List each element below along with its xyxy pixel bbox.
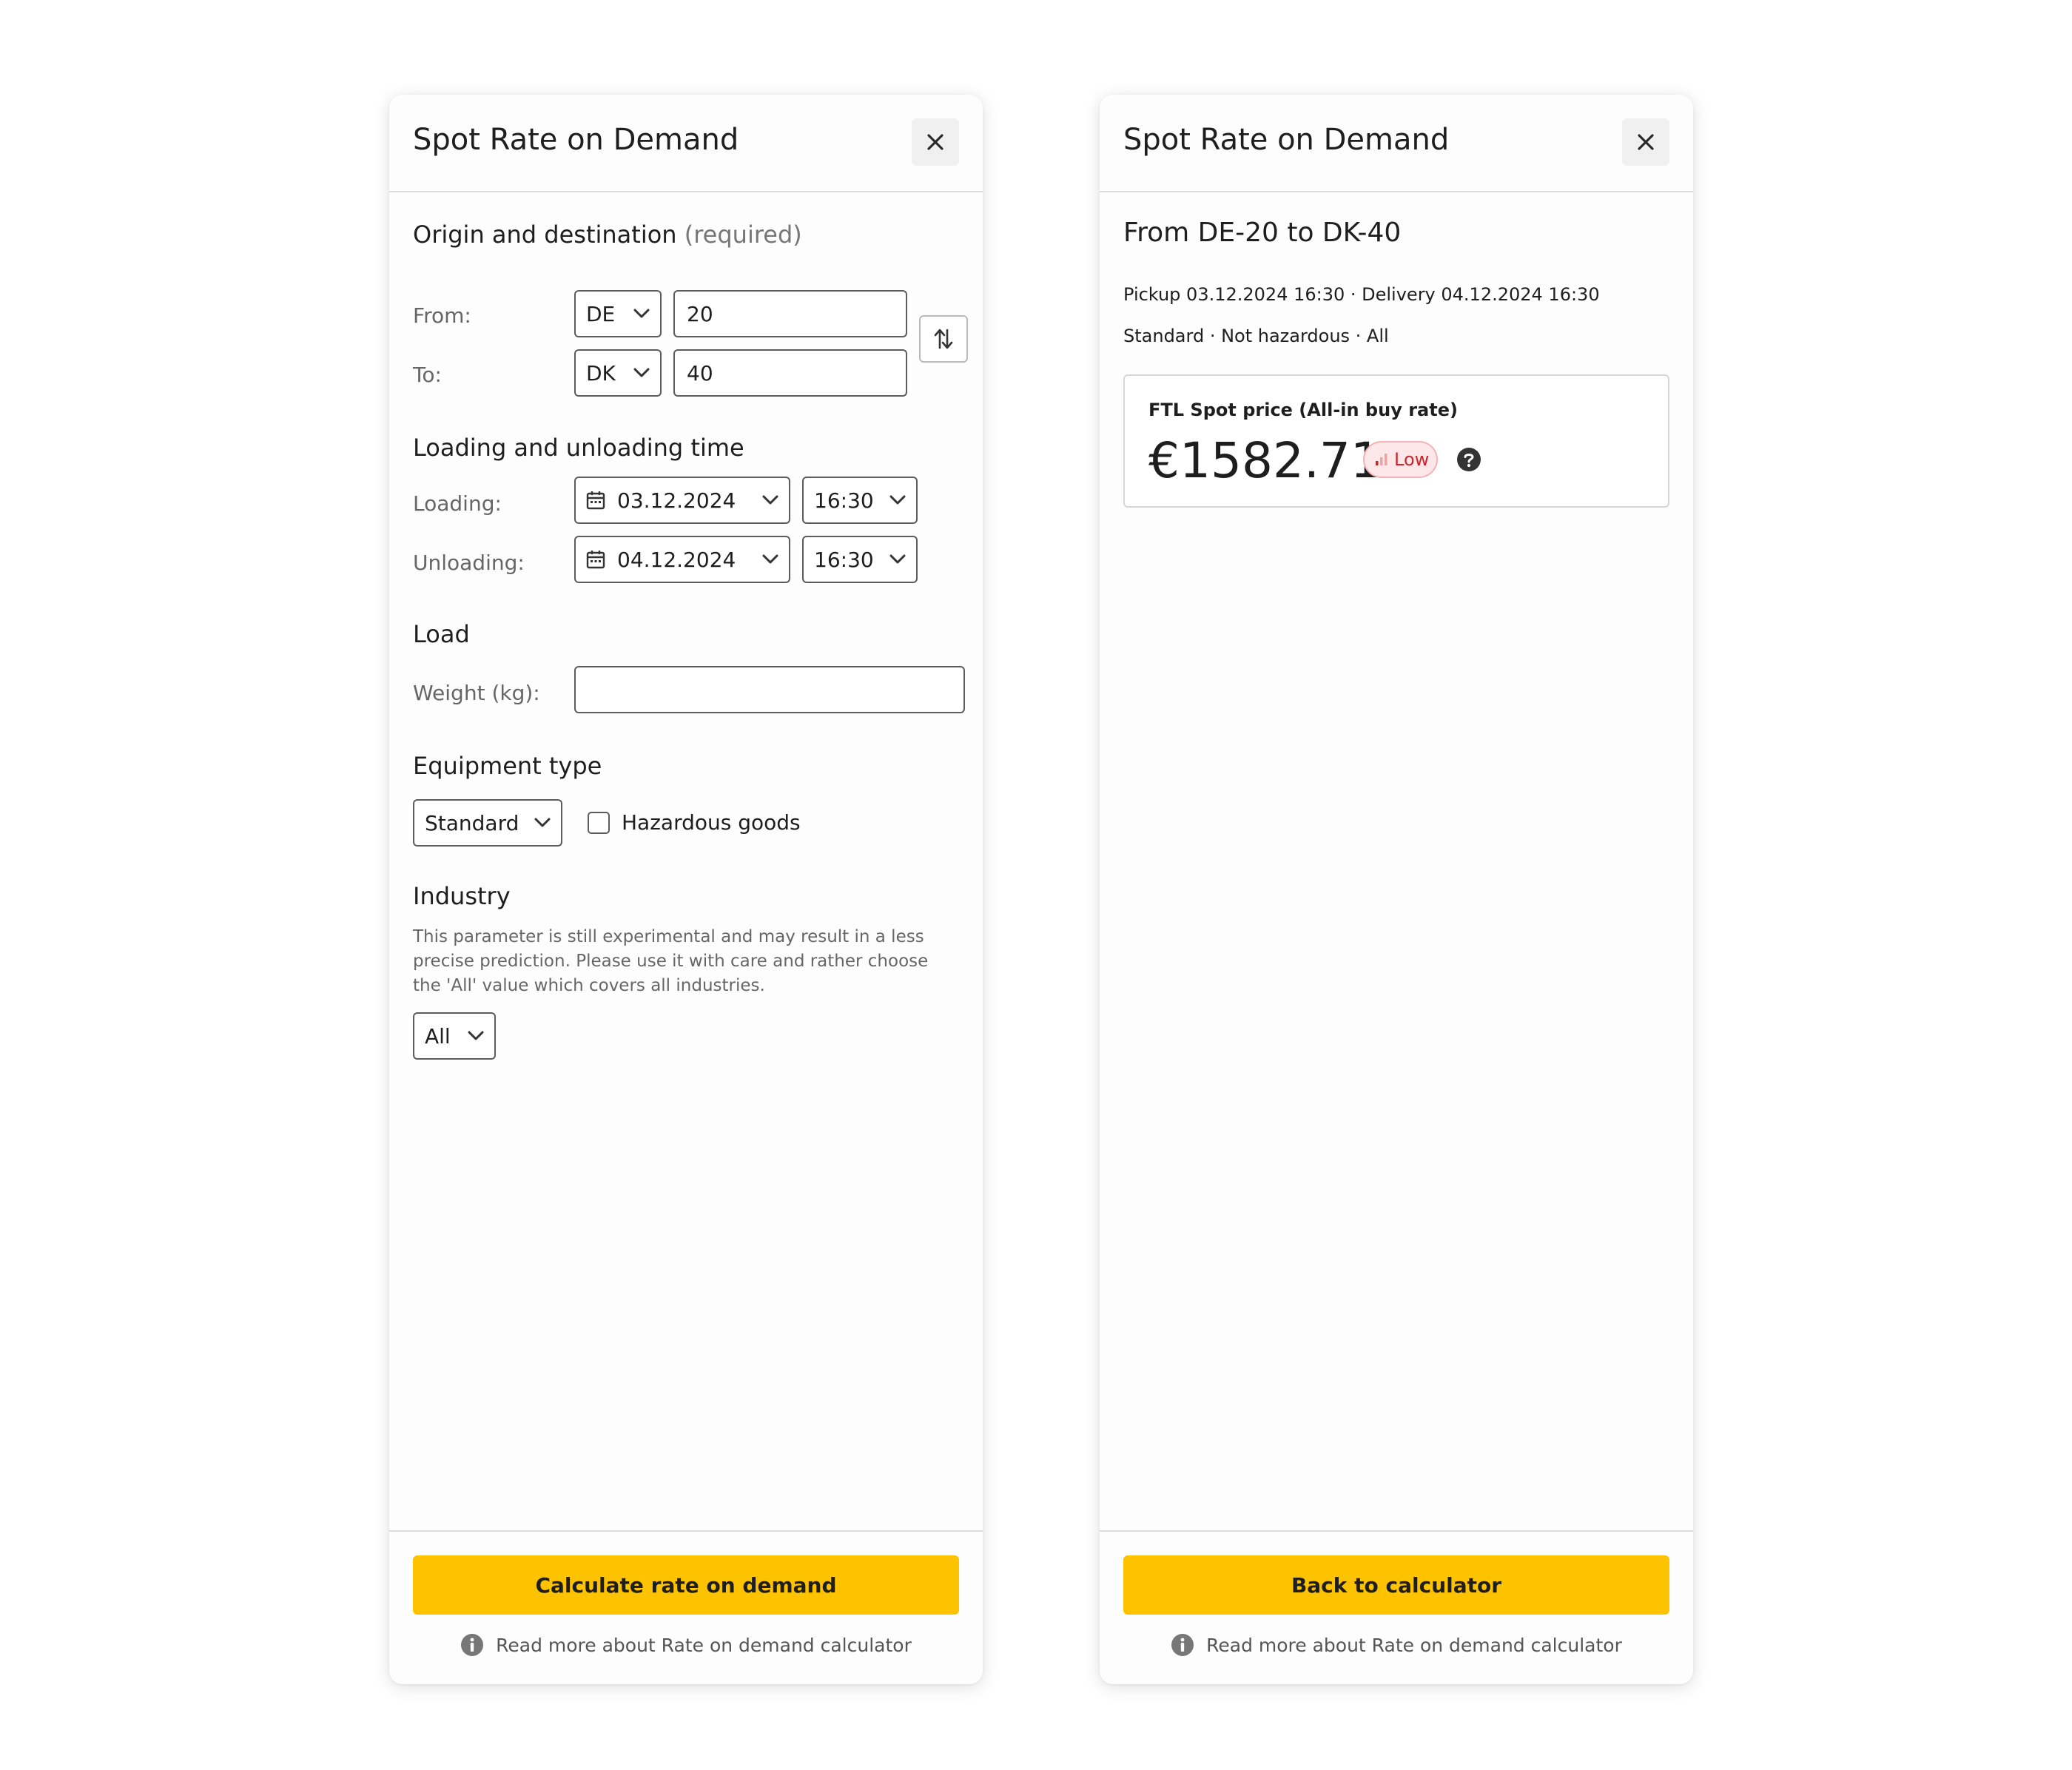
to-zip-value: 40	[687, 360, 713, 386]
to-country-select[interactable]: DK	[574, 349, 662, 397]
schedule-text: Pickup 03.12.2024 16:30 · Delivery 04.12…	[1123, 284, 1600, 305]
unloading-time-select[interactable]: 16:30	[802, 536, 918, 583]
time-section-title: Loading and unloading time	[413, 434, 744, 462]
to-zip-input[interactable]: 40	[673, 349, 907, 397]
chevron-down-icon	[889, 554, 906, 565]
origin-section-title: Origin and destination (required)	[413, 221, 802, 249]
info-link[interactable]: Read more about Rate on demand calculato…	[389, 1626, 983, 1663]
loading-date-select[interactable]: 03.12.2024	[574, 477, 790, 524]
chevron-down-icon	[534, 818, 551, 828]
info-link[interactable]: Read more about Rate on demand calculato…	[1100, 1626, 1693, 1663]
from-label: From:	[413, 303, 471, 328]
chevron-down-icon	[762, 554, 778, 565]
info-icon	[460, 1633, 484, 1657]
equipment-value: Standard	[425, 810, 519, 835]
close-button[interactable]	[1622, 118, 1669, 166]
required-hint: (required)	[684, 221, 802, 249]
panel-title: Spot Rate on Demand	[413, 123, 739, 157]
price-card: FTL Spot price (All-in buy rate) €1582.7…	[1123, 374, 1669, 508]
panel-title: Spot Rate on Demand	[1123, 123, 1450, 157]
loading-time-select[interactable]: 16:30	[802, 477, 918, 524]
signal-icon	[1375, 453, 1388, 466]
from-zip-value: 20	[687, 301, 713, 326]
unloading-date-select[interactable]: 04.12.2024	[574, 536, 790, 583]
help-icon	[1457, 448, 1481, 471]
weight-label: Weight (kg):	[413, 681, 540, 705]
panel-footer-divider	[1100, 1530, 1693, 1532]
industry-select[interactable]: All	[413, 1012, 496, 1060]
from-zip-input[interactable]: 20	[673, 290, 907, 337]
back-to-calculator-button[interactable]: Back to calculator	[1123, 1555, 1669, 1615]
attributes-text: Standard · Not hazardous · All	[1123, 326, 1389, 346]
result-panel: Spot Rate on Demand From DE-20 to DK-40 …	[1100, 95, 1693, 1684]
confidence-badge: Low	[1363, 441, 1439, 478]
help-button[interactable]	[1456, 447, 1481, 472]
unloading-time-value: 16:30	[814, 547, 874, 572]
unloading-label: Unloading:	[413, 551, 525, 575]
load-section-title: Load	[413, 620, 470, 648]
loading-date-value: 03.12.2024	[617, 488, 736, 513]
chevron-down-icon	[633, 309, 650, 319]
hazardous-label: Hazardous goods	[622, 810, 801, 835]
info-link-text: Read more about Rate on demand calculato…	[1206, 1634, 1622, 1656]
unloading-date-value: 04.12.2024	[617, 547, 736, 572]
panel-footer-divider	[389, 1530, 983, 1532]
from-country-select[interactable]: DE	[574, 290, 662, 337]
calculator-panel: Spot Rate on Demand Origin and destinati…	[389, 95, 983, 1684]
swap-button[interactable]	[919, 315, 968, 363]
industry-value: All	[425, 1023, 451, 1049]
loading-time-value: 16:30	[814, 488, 874, 513]
close-icon	[927, 134, 944, 150]
panel-header: Spot Rate on Demand	[389, 95, 983, 192]
panel-header: Spot Rate on Demand	[1100, 95, 1693, 192]
calculate-button[interactable]: Calculate rate on demand	[413, 1555, 959, 1615]
price-label: FTL Spot price (All-in buy rate)	[1148, 400, 1458, 420]
from-country-value: DE	[586, 301, 616, 326]
origin-section-label: Origin and destination	[413, 221, 677, 249]
chevron-down-icon	[762, 495, 778, 505]
chevron-down-icon	[468, 1031, 484, 1041]
weight-input[interactable]	[574, 666, 965, 713]
price-value: €1582.71	[1148, 432, 1382, 489]
calendar-icon	[586, 491, 605, 510]
loading-label: Loading:	[413, 491, 502, 516]
industry-section-title: Industry	[413, 882, 511, 910]
to-country-value: DK	[586, 360, 616, 386]
equipment-section-title: Equipment type	[413, 752, 602, 780]
confidence-text: Low	[1394, 449, 1430, 470]
close-button[interactable]	[912, 118, 959, 166]
swap-icon	[934, 329, 953, 349]
calendar-icon	[586, 550, 605, 569]
to-label: To:	[413, 363, 442, 387]
hazardous-checkbox[interactable]	[588, 812, 610, 834]
chevron-down-icon	[633, 368, 650, 378]
chevron-down-icon	[889, 495, 906, 505]
info-icon	[1171, 1633, 1194, 1657]
close-icon	[1638, 134, 1654, 150]
route-title: From DE-20 to DK-40	[1123, 218, 1402, 248]
info-link-text: Read more about Rate on demand calculato…	[496, 1634, 912, 1656]
equipment-select[interactable]: Standard	[413, 799, 562, 847]
industry-description: This parameter is still experimental and…	[413, 927, 929, 995]
